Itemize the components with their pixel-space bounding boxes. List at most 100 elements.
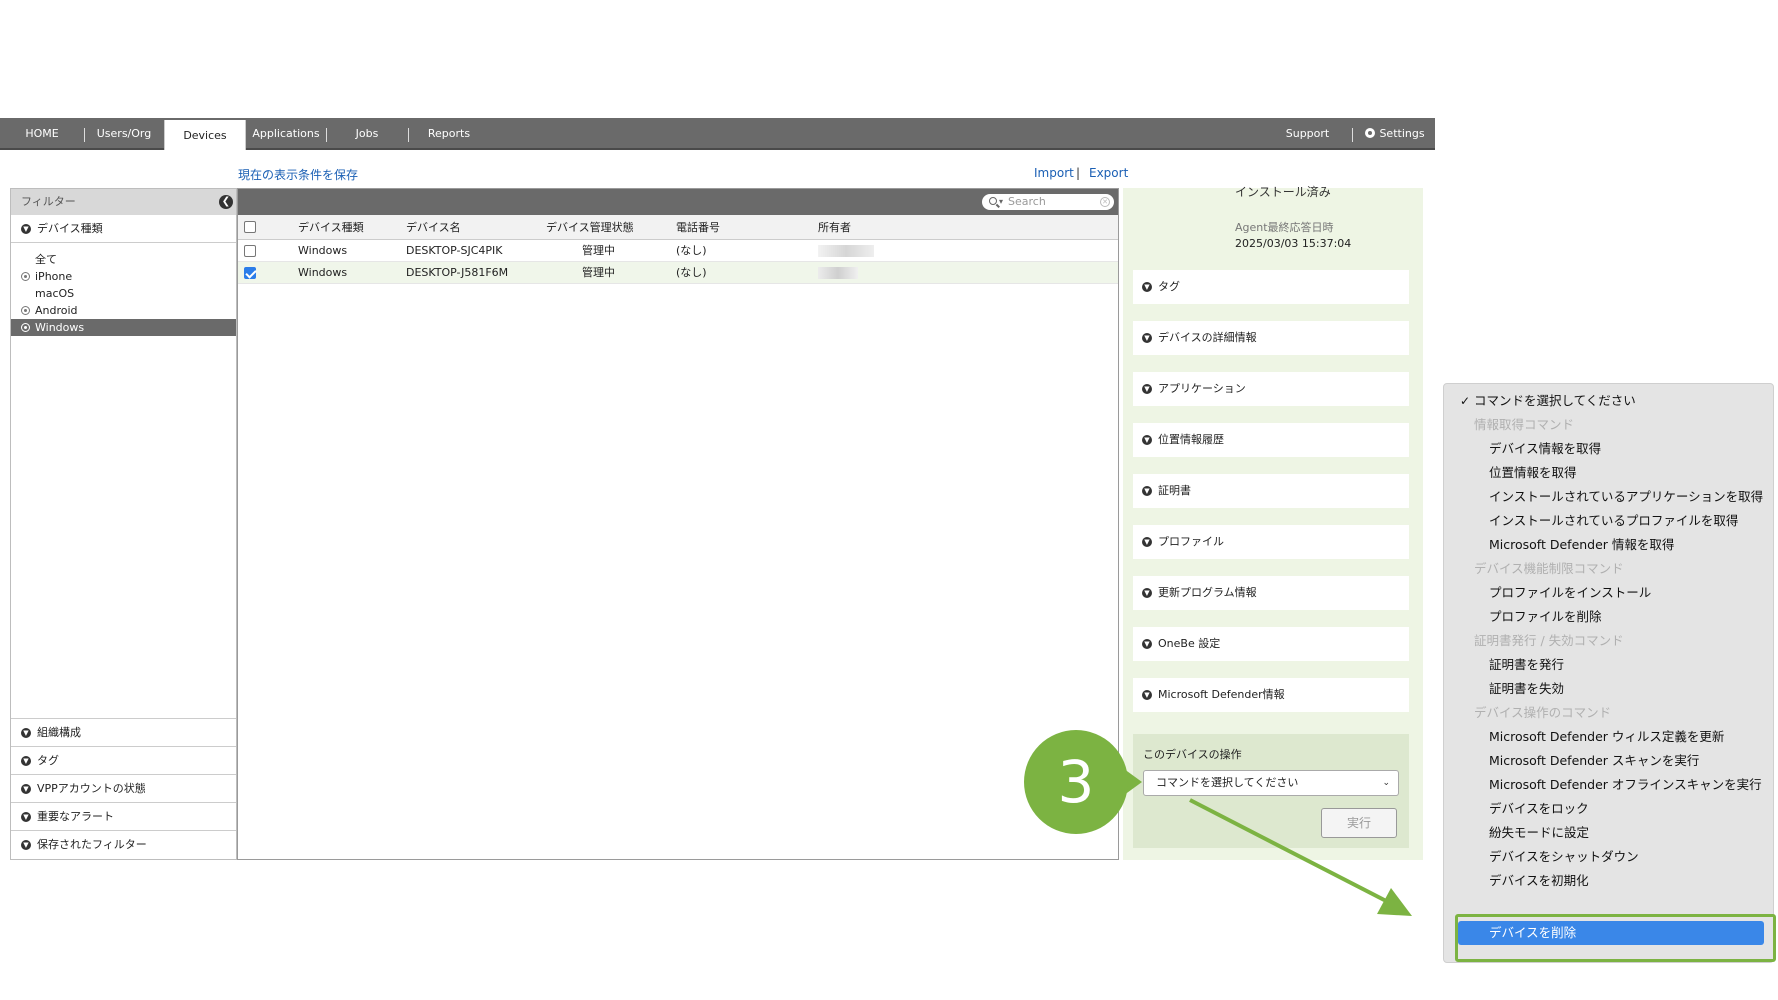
- filter-section-alerts[interactable]: ▼ 重要なアラート: [11, 803, 236, 831]
- menu-item-label: 位置情報を取得: [1489, 465, 1577, 480]
- detail-section-onebe[interactable]: ▼ OneBe 設定: [1133, 627, 1409, 661]
- filter-type-macos[interactable]: macOS: [11, 285, 236, 302]
- cell-phone: (なし): [676, 261, 818, 284]
- filter-type-iphone[interactable]: iPhone: [11, 268, 236, 285]
- redacted-owner: [818, 244, 874, 257]
- menu-item-label: 証明書を発行: [1489, 657, 1565, 672]
- menu-item[interactable]: デバイスをシャットダウン: [1444, 846, 1764, 868]
- section-label: デバイスの詳細情報: [1158, 331, 1257, 344]
- settings-link[interactable]: Settings: [1355, 118, 1435, 150]
- menu-item[interactable]: プロファイルを削除: [1444, 606, 1764, 628]
- collapse-left-icon[interactable]: ❮: [219, 195, 233, 209]
- filter-section-vpp[interactable]: ▼ VPPアカウントの状態: [11, 775, 236, 803]
- tab-devices[interactable]: Devices: [164, 120, 246, 150]
- detail-section-updates[interactable]: ▼ 更新プログラム情報: [1133, 576, 1409, 610]
- chevron-down-icon: ▼: [1142, 486, 1152, 496]
- detail-section-device-info[interactable]: ▼ デバイスの詳細情報: [1133, 321, 1409, 355]
- menu-item-label: インストールされているプロファイルを取得: [1489, 513, 1739, 528]
- menu-item[interactable]: デバイス情報を取得: [1444, 438, 1764, 460]
- chevron-down-icon: ▼: [1142, 282, 1152, 292]
- agent-response-label: Agent最終応答日時: [1235, 221, 1334, 234]
- menu-item-label: デバイスをロック: [1489, 801, 1589, 816]
- detail-section-apps[interactable]: ▼ アプリケーション: [1133, 372, 1409, 406]
- tab-home[interactable]: HOME: [0, 118, 84, 150]
- filter-type-android[interactable]: Android: [11, 302, 236, 319]
- clear-icon[interactable]: ✕: [1100, 197, 1110, 207]
- run-button[interactable]: 実行: [1321, 808, 1397, 838]
- section-label: 重要なアラート: [37, 810, 114, 823]
- filter-section-tags[interactable]: ▼ タグ: [11, 747, 236, 775]
- menu-item-label: デバイス情報を取得: [1489, 441, 1602, 456]
- filter-panel: フィルター ❮ ▼ デバイス種類 全て iPhone macOS Android …: [10, 188, 237, 860]
- section-label: OneBe 設定: [1158, 637, 1221, 650]
- col-owner[interactable]: 所有者: [818, 215, 1118, 240]
- import-link[interactable]: Import: [1034, 166, 1074, 180]
- search-input[interactable]: ▾ Search ✕: [982, 194, 1114, 210]
- support-link[interactable]: Support: [1265, 118, 1350, 150]
- menu-item-label: デバイスを初期化: [1489, 873, 1589, 888]
- menu-group-label: デバイス操作のコマンド: [1474, 705, 1612, 720]
- menu-item[interactable]: Microsoft Defender 情報を取得: [1444, 534, 1764, 556]
- tab-jobs[interactable]: Jobs: [327, 118, 407, 150]
- menu-item[interactable]: インストールされているプロファイルを取得: [1444, 510, 1764, 532]
- export-link[interactable]: Export: [1089, 166, 1128, 180]
- detail-section-profiles[interactable]: ▼ プロファイル: [1133, 525, 1409, 559]
- type-label: Android: [35, 304, 78, 317]
- command-select[interactable]: コマンドを選択してください ⌄: [1143, 770, 1399, 796]
- save-view-link[interactable]: 現在の表示条件を保存: [238, 166, 358, 183]
- detail-section-defender[interactable]: ▼ Microsoft Defender情報: [1133, 678, 1409, 712]
- menu-item[interactable]: 位置情報を取得: [1444, 462, 1764, 484]
- expand-icon: [21, 272, 30, 281]
- filter-section-device-type[interactable]: ▼ デバイス種類: [11, 215, 236, 243]
- device-table: デバイス種類 デバイス名 デバイス管理状態 電話番号 所有者 Windows D…: [238, 215, 1118, 284]
- cell-device-name: DESKTOP-J581F6M: [406, 261, 546, 284]
- nav-divider: [1352, 128, 1353, 142]
- menu-item[interactable]: Microsoft Defender オフラインスキャンを実行: [1444, 774, 1764, 796]
- menu-group-header: 証明書発行 / 失効コマンド: [1444, 630, 1764, 652]
- chevron-down-icon: ▼: [1142, 588, 1152, 598]
- install-status: インストール済み: [1235, 185, 1331, 199]
- type-label: 全て: [35, 253, 57, 266]
- menu-item[interactable]: Microsoft Defender ウィルス定義を更新: [1444, 726, 1764, 748]
- menu-item[interactable]: プロファイルをインストール: [1444, 582, 1764, 604]
- detail-section-certificates[interactable]: ▼ 証明書: [1133, 474, 1409, 508]
- filter-section-org[interactable]: ▼ 組織構成: [11, 719, 236, 747]
- menu-item[interactable]: デバイスをロック: [1444, 798, 1764, 820]
- menu-item[interactable]: 紛失モードに設定: [1444, 822, 1764, 844]
- menu-item[interactable]: 証明書を発行: [1444, 654, 1764, 676]
- menu-item[interactable]: デバイスを初期化: [1444, 870, 1764, 892]
- table-row[interactable]: Windows DESKTOP-SJC4PIK 管理中 (なし): [238, 239, 1118, 262]
- tab-applications[interactable]: Applications: [247, 118, 325, 150]
- menu-item[interactable]: 証明書を失効: [1444, 678, 1764, 700]
- menu-group-header: 情報取得コマンド: [1444, 414, 1764, 436]
- cell-device-name: DESKTOP-SJC4PIK: [406, 239, 546, 262]
- col-device-type[interactable]: デバイス種類: [262, 215, 406, 240]
- agent-response-value: 2025/03/03 15:37:04: [1235, 237, 1352, 250]
- filter-section-saved[interactable]: ▼ 保存されたフィルター: [11, 831, 236, 859]
- col-device-name[interactable]: デバイス名: [406, 215, 546, 240]
- filter-type-all[interactable]: 全て: [11, 251, 236, 268]
- section-label: 組織構成: [37, 726, 81, 739]
- table-header-row: デバイス種類 デバイス名 デバイス管理状態 電話番号 所有者: [238, 215, 1118, 240]
- tab-reports[interactable]: Reports: [409, 118, 489, 150]
- col-management-status[interactable]: デバイス管理状態: [546, 215, 676, 240]
- row-checkbox[interactable]: [244, 244, 256, 257]
- chevron-down-icon: ▼: [21, 840, 31, 850]
- menu-group-header: デバイス機能制限コマンド: [1444, 558, 1764, 580]
- col-phone[interactable]: 電話番号: [676, 215, 818, 240]
- select-value: コマンドを選択してください: [1156, 776, 1299, 789]
- menu-item[interactable]: Microsoft Defender スキャンを実行: [1444, 750, 1764, 772]
- chevron-down-icon: ▼: [21, 728, 31, 738]
- menu-group-label: 情報取得コマンド: [1474, 417, 1575, 432]
- chevron-down-icon: ▼: [21, 812, 31, 822]
- menu-item[interactable]: インストールされているアプリケーションを取得: [1444, 486, 1764, 508]
- tab-users-org[interactable]: Users/Org: [85, 118, 163, 150]
- select-all-checkbox[interactable]: [244, 221, 256, 234]
- detail-section-location[interactable]: ▼ 位置情報履歴: [1133, 423, 1409, 457]
- detail-section-tags[interactable]: ▼ タグ: [1133, 270, 1409, 304]
- menu-group-header: デバイス操作のコマンド: [1444, 702, 1764, 724]
- table-row[interactable]: Windows DESKTOP-J581F6M 管理中 (なし): [238, 261, 1118, 284]
- row-checkbox[interactable]: [244, 266, 256, 279]
- menu-item[interactable]: ✓ コマンドを選択してください: [1444, 390, 1764, 412]
- filter-type-windows[interactable]: Windows: [11, 319, 236, 336]
